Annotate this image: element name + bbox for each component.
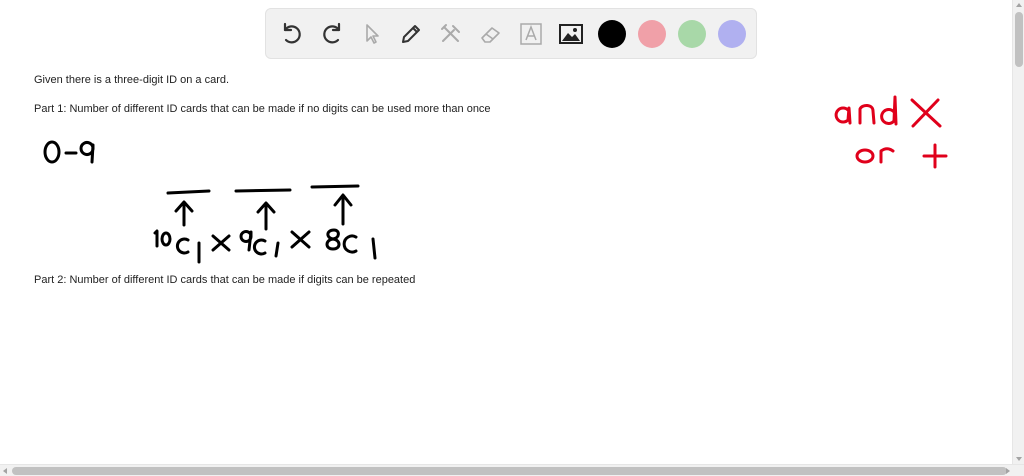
scroll-down-icon[interactable]: [1016, 457, 1022, 461]
handwriting-notes: [834, 95, 948, 169]
scroll-left-icon[interactable]: [3, 468, 7, 474]
scroll-right-icon[interactable]: [1006, 468, 1010, 474]
whiteboard-canvas[interactable]: [0, 0, 1010, 462]
scroll-up-icon[interactable]: [1016, 3, 1022, 7]
handwriting-blanks: [166, 184, 360, 231]
horizontal-scrollbar[interactable]: [0, 464, 1024, 476]
horizontal-scroll-thumb[interactable]: [12, 467, 1007, 475]
handwriting-digits-range: [43, 140, 95, 164]
vertical-scroll-thumb[interactable]: [1015, 12, 1023, 67]
handwriting-expression: [153, 228, 377, 264]
vertical-scrollbar[interactable]: [1012, 0, 1024, 464]
